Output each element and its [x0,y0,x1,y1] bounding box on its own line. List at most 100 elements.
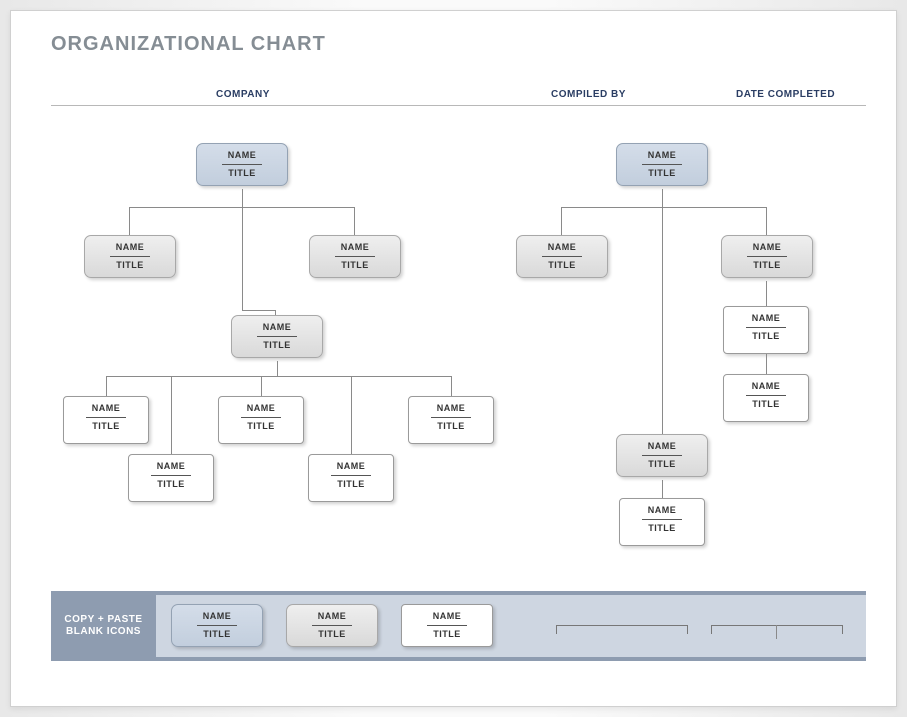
connector [242,310,275,311]
palette-connector-stub [776,625,777,639]
document-sheet: ORGANIZATIONAL CHART COMPANY COMPILED BY… [10,10,897,707]
org-node-name: NAME [68,403,144,413]
org-node-title: TITLE [406,629,488,639]
column-header-compiled: COMPILED BY [551,89,626,100]
org-node-name: NAME [521,242,603,252]
iconbar-label-line: COPY + PASTE [64,614,142,627]
org-node-name: NAME [728,381,804,391]
org-node-name: NAME [291,611,373,621]
card-divider [331,475,371,476]
iconbar-label-line: BLANK ICONS [66,626,141,639]
card-divider [151,475,191,476]
org-node-title: TITLE [624,523,700,533]
page-title: ORGANIZATIONAL CHART [51,33,326,56]
org-node-name: NAME [223,403,299,413]
org-node[interactable]: NAME TITLE [218,396,304,444]
connector [766,281,767,306]
org-node-name: NAME [726,242,808,252]
org-node-name: NAME [201,150,283,160]
org-node[interactable]: NAME TITLE [721,235,813,278]
org-node[interactable]: NAME TITLE [616,143,708,186]
connector [561,207,767,208]
org-node-title: TITLE [728,399,804,409]
connector [106,376,107,396]
org-node-name: NAME [176,611,258,621]
org-node-title: TITLE [133,479,209,489]
org-node-name: NAME [413,403,489,413]
card-divider [335,256,375,257]
org-node-name: NAME [236,322,318,332]
iconbar-label: COPY + PASTE BLANK ICONS [51,591,156,661]
org-node[interactable]: NAME TITLE [84,235,176,278]
org-node[interactable]: NAME TITLE [231,315,323,358]
card-divider [197,625,237,626]
org-node[interactable]: NAME TITLE [309,235,401,278]
org-node-name: NAME [314,242,396,252]
org-node[interactable]: NAMETITLE [128,454,214,502]
org-node-name: NAME [728,313,804,323]
org-node-name: NAME [313,461,389,471]
org-node-title: TITLE [291,629,373,639]
org-node[interactable]: NAME TITLE [196,143,288,186]
org-node-title: TITLE [728,331,804,341]
card-divider [110,256,150,257]
card-divider [222,164,262,165]
org-node[interactable]: NAME TITLE [408,396,494,444]
connector [354,207,355,235]
connector [261,376,262,396]
connector [129,207,130,235]
connector [662,189,663,207]
org-node[interactable]: NAMETITLE [516,235,608,278]
column-header-company: COMPANY [216,89,270,100]
connector [766,354,767,374]
palette-connector-horizontal[interactable] [556,625,688,634]
card-divider [241,417,281,418]
palette-node-blue[interactable]: NAME TITLE [171,604,263,647]
card-divider [312,625,352,626]
org-node-name: NAME [406,611,488,621]
org-chart-canvas: NAME TITLE NAME TITLE NAME TITLE NAME TITLE [51,111,866,576]
card-divider [642,519,682,520]
card-divider [746,395,786,396]
card-divider [86,417,126,418]
org-node-title: TITLE [236,340,318,350]
org-node[interactable]: NAME TITLE [723,374,809,422]
org-node[interactable]: NAME TITLE [619,498,705,546]
palette-node-white[interactable]: NAME TITLE [401,604,493,647]
org-node[interactable]: NAME TITLE [723,306,809,354]
org-node-title: TITLE [89,260,171,270]
org-node-title: TITLE [223,421,299,431]
org-node[interactable]: NAMETITLE [63,396,149,444]
card-divider [257,336,297,337]
org-node-title: TITLE [313,479,389,489]
card-divider [746,327,786,328]
palette-connector-branched[interactable] [711,625,843,634]
org-node-title: TITLE [726,260,808,270]
org-node-name: NAME [621,441,703,451]
org-node-name: NAME [624,505,700,515]
connector [277,361,278,376]
card-divider [431,417,471,418]
card-divider [427,625,467,626]
palette-node-grey[interactable]: NAME TITLE [286,604,378,647]
connector [662,207,663,434]
connector [351,376,352,454]
connector [561,207,562,235]
org-node-title: TITLE [621,168,703,178]
column-header-date: DATE COMPLETED [736,89,835,100]
header-rule [51,105,866,106]
org-node-name: NAME [89,242,171,252]
org-node[interactable]: NAME TITLE [616,434,708,477]
org-node-title: TITLE [413,421,489,431]
org-node-title: TITLE [176,629,258,639]
org-node-name: NAME [621,150,703,160]
connector [242,189,243,207]
org-node-title: TITLE [621,459,703,469]
connector [451,376,452,396]
card-divider [642,455,682,456]
org-node[interactable]: NAME TITLE [308,454,394,502]
blank-icon-bar: COPY + PASTE BLANK ICONS NAME TITLE NAME T… [51,591,866,661]
connector [242,207,243,310]
org-node-title: TITLE [314,260,396,270]
card-divider [747,256,787,257]
